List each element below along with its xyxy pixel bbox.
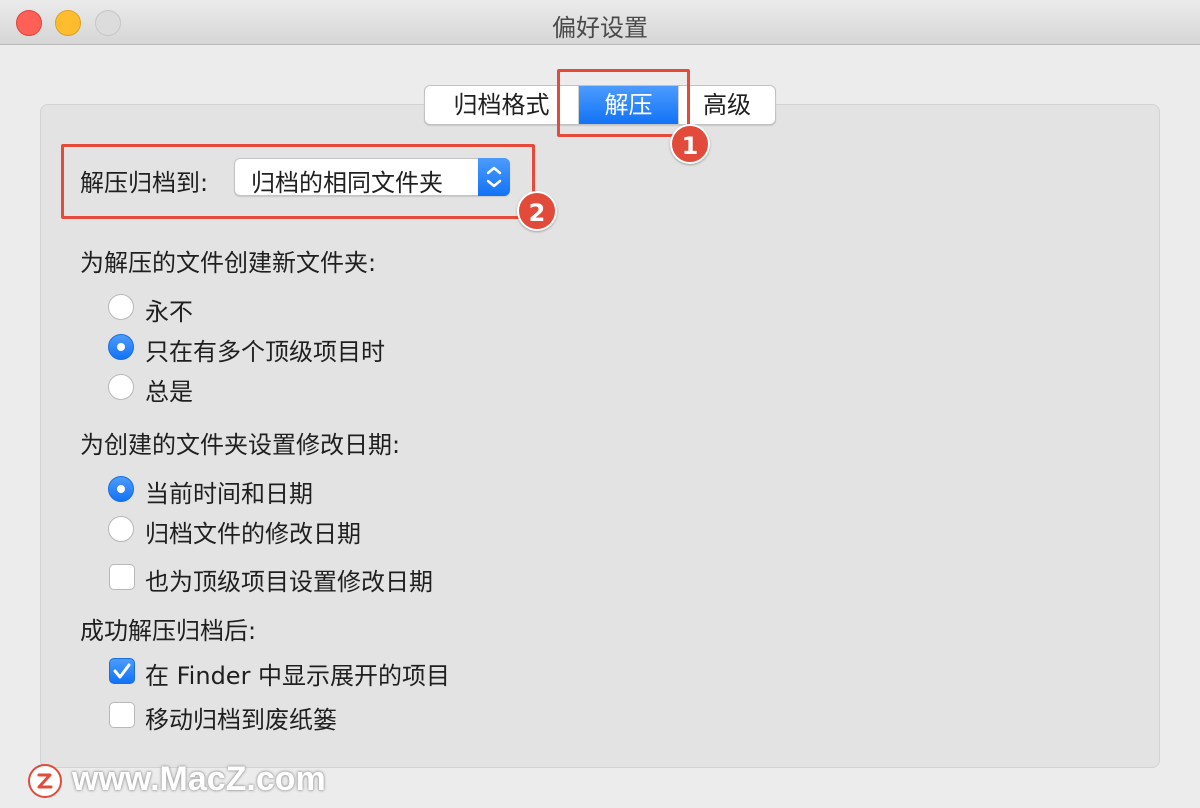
radio-multiple-top-level[interactable] — [108, 334, 134, 360]
folder-date-heading: 为创建的文件夹设置修改日期: — [80, 431, 401, 459]
checkbox-move-to-trash-label: 移动归档到废纸篓 — [145, 706, 337, 734]
tab-archive-format[interactable]: 归档格式 — [425, 86, 579, 124]
checkmark-icon — [113, 663, 131, 679]
radio-multiple-top-level-label: 只在有多个顶级项目时 — [145, 338, 385, 366]
window-title: 偏好设置 — [552, 14, 648, 42]
highlight-box-tab — [557, 69, 690, 137]
checkbox-show-in-finder-label: 在 Finder 中显示展开的项目 — [145, 662, 451, 690]
macz-logo-icon — [28, 764, 62, 798]
checkbox-top-level-date[interactable] — [109, 564, 135, 590]
radio-never[interactable] — [108, 294, 134, 320]
after-success-heading: 成功解压归档后: — [80, 617, 257, 645]
radio-never-label: 永不 — [145, 298, 193, 326]
annotation-badge-1: 1 — [670, 124, 710, 164]
radio-current-datetime-label: 当前时间和日期 — [145, 480, 313, 508]
title-bar: 偏好设置 — [0, 0, 1200, 45]
watermark-text: www.MacZ.com — [72, 760, 326, 798]
annotation-badge-2: 2 — [517, 191, 557, 231]
extract-to-label: 解压归档到: — [80, 169, 209, 197]
tab-advanced[interactable]: 高级 — [679, 86, 775, 124]
radio-always-label: 总是 — [145, 378, 193, 406]
checkbox-move-to-trash[interactable] — [109, 702, 135, 728]
chevron-up-down-icon — [478, 158, 510, 196]
radio-current-datetime[interactable] — [108, 476, 134, 502]
new-folder-heading: 为解压的文件创建新文件夹: — [80, 249, 377, 277]
checkbox-top-level-date-label: 也为顶级项目设置修改日期 — [145, 568, 433, 596]
radio-archive-modified-date[interactable] — [108, 516, 134, 542]
checkbox-show-in-finder[interactable] — [109, 658, 135, 684]
extract-destination-value: 归档的相同文件夹 — [251, 169, 443, 197]
extract-destination-select[interactable]: 归档的相同文件夹 — [234, 158, 510, 197]
radio-archive-modified-date-label: 归档文件的修改日期 — [145, 520, 361, 548]
radio-always[interactable] — [108, 374, 134, 400]
